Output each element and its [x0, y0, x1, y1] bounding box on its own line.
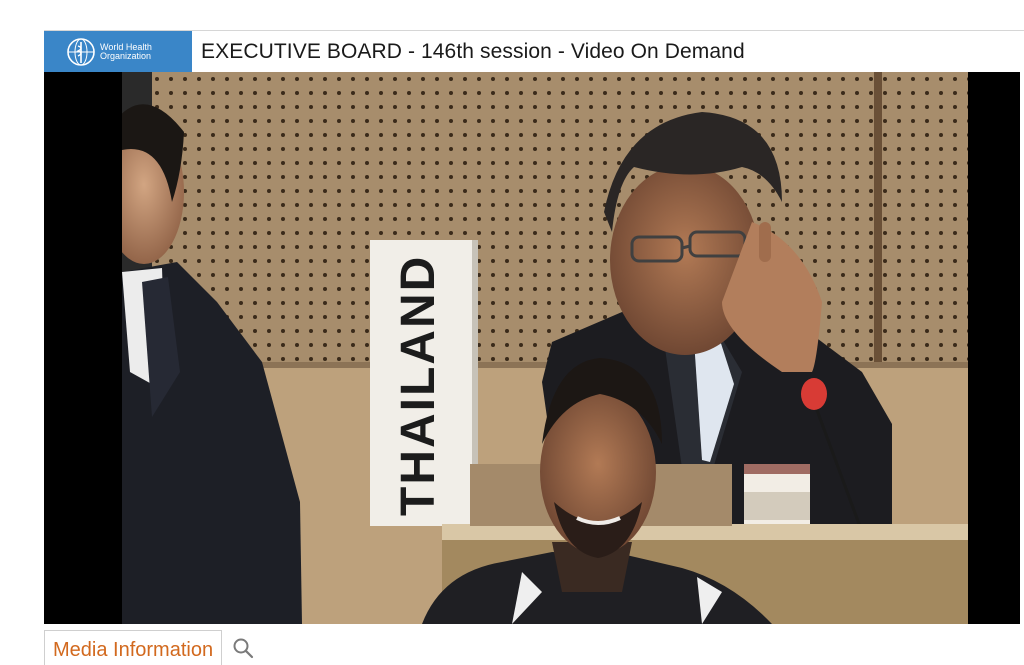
who-emblem-icon [67, 37, 95, 66]
page-title: EXECUTIVE BOARD - 146th session - Video … [201, 39, 745, 63]
search-button[interactable] [232, 637, 254, 664]
logo-text: World Health Organization [100, 41, 152, 61]
search-icon [233, 638, 254, 659]
video-frame-image: THAILAND [122, 72, 968, 624]
tab-media-information[interactable]: Media Information [44, 630, 223, 665]
media-tabs: Media Information [44, 630, 254, 665]
video-header: World Health Organization EXECUTIVE BOAR… [44, 31, 1024, 72]
who-logo[interactable]: World Health Organization [44, 31, 192, 72]
video-player[interactable]: THAILAND [44, 72, 1020, 624]
nameplate-text: THAILAND [392, 255, 445, 516]
video-frame[interactable]: THAILAND [122, 72, 968, 624]
